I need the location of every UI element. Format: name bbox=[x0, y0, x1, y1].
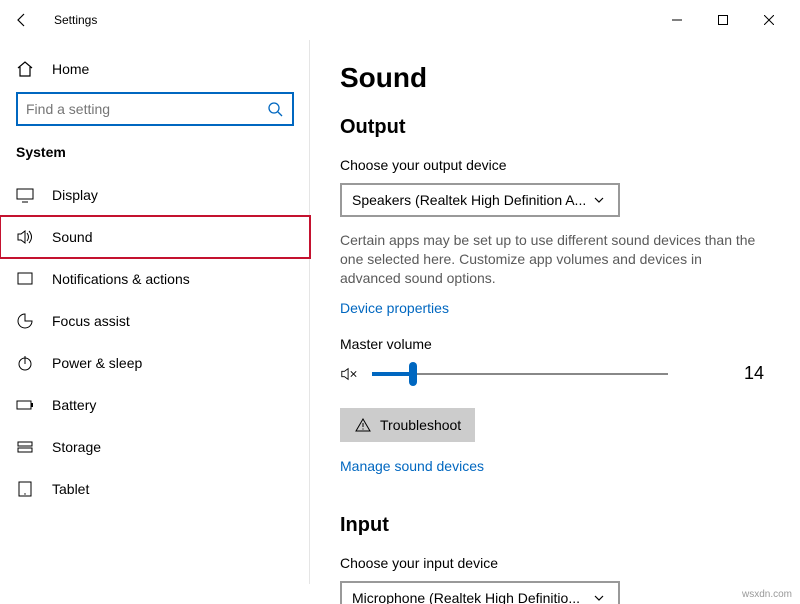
volume-label: Master volume bbox=[340, 336, 770, 352]
chevron-down-icon bbox=[590, 191, 608, 209]
input-device-label: Choose your input device bbox=[340, 555, 770, 571]
sidebar-item-label: Battery bbox=[52, 397, 96, 413]
warning-icon bbox=[354, 416, 372, 434]
sidebar-item-label: Storage bbox=[52, 439, 101, 455]
watermark: wsxdn.com bbox=[742, 589, 792, 600]
minimize-button[interactable] bbox=[654, 4, 700, 36]
close-button[interactable] bbox=[746, 4, 792, 36]
sidebar: Home System Display Sound Notifications … bbox=[0, 40, 310, 604]
home-label: Home bbox=[52, 61, 89, 77]
volume-slider[interactable] bbox=[372, 362, 668, 386]
sidebar-item-label: Display bbox=[52, 187, 98, 203]
mute-icon[interactable] bbox=[340, 365, 358, 383]
sidebar-item-label: Notifications & actions bbox=[52, 271, 190, 287]
volume-value: 14 bbox=[744, 363, 770, 384]
category-label: System bbox=[0, 144, 310, 174]
page-title: Sound bbox=[340, 62, 770, 94]
battery-icon bbox=[16, 396, 34, 414]
output-device-value: Speakers (Realtek High Definition A... bbox=[352, 192, 590, 208]
troubleshoot-button[interactable]: Troubleshoot bbox=[340, 408, 475, 442]
notifications-icon bbox=[16, 270, 34, 288]
sidebar-item-notifications[interactable]: Notifications & actions bbox=[0, 258, 310, 300]
sidebar-item-label: Focus assist bbox=[52, 313, 130, 329]
search-icon bbox=[266, 100, 284, 118]
output-heading: Output bbox=[340, 116, 770, 139]
sidebar-item-tablet[interactable]: Tablet bbox=[0, 468, 310, 510]
home-icon bbox=[16, 60, 34, 78]
focus-icon bbox=[16, 312, 34, 330]
troubleshoot-label: Troubleshoot bbox=[380, 417, 461, 433]
back-button[interactable] bbox=[8, 6, 36, 34]
display-icon bbox=[16, 186, 34, 204]
input-device-value: Microphone (Realtek High Definitio... bbox=[352, 590, 590, 604]
app-title: Settings bbox=[54, 13, 97, 27]
sidebar-item-label: Sound bbox=[52, 229, 92, 245]
input-device-select[interactable]: Microphone (Realtek High Definitio... bbox=[340, 581, 620, 604]
sidebar-item-battery[interactable]: Battery bbox=[0, 384, 310, 426]
sidebar-item-label: Power & sleep bbox=[52, 355, 142, 371]
sidebar-item-power[interactable]: Power & sleep bbox=[0, 342, 310, 384]
tablet-icon bbox=[16, 480, 34, 498]
maximize-button[interactable] bbox=[700, 4, 746, 36]
device-properties-link[interactable]: Device properties bbox=[340, 300, 449, 316]
chevron-down-icon bbox=[590, 589, 608, 604]
sidebar-item-focus-assist[interactable]: Focus assist bbox=[0, 300, 310, 342]
sidebar-item-storage[interactable]: Storage bbox=[0, 426, 310, 468]
sound-icon bbox=[16, 228, 34, 246]
sidebar-item-label: Tablet bbox=[52, 481, 89, 497]
search-input-wrapper[interactable] bbox=[16, 92, 294, 126]
storage-icon bbox=[16, 438, 34, 456]
sidebar-item-sound[interactable]: Sound bbox=[0, 216, 310, 258]
output-device-label: Choose your output device bbox=[340, 157, 770, 173]
power-icon bbox=[16, 354, 34, 372]
manage-devices-link[interactable]: Manage sound devices bbox=[340, 458, 484, 474]
sidebar-item-display[interactable]: Display bbox=[0, 174, 310, 216]
home-nav[interactable]: Home bbox=[0, 52, 310, 92]
arrow-left-icon bbox=[13, 11, 31, 29]
main-content: Sound Output Choose your output device S… bbox=[310, 40, 800, 604]
search-input[interactable] bbox=[26, 101, 266, 117]
input-heading: Input bbox=[340, 514, 770, 537]
output-device-select[interactable]: Speakers (Realtek High Definition A... bbox=[340, 183, 620, 217]
output-helptext: Certain apps may be set up to use differ… bbox=[340, 231, 760, 288]
